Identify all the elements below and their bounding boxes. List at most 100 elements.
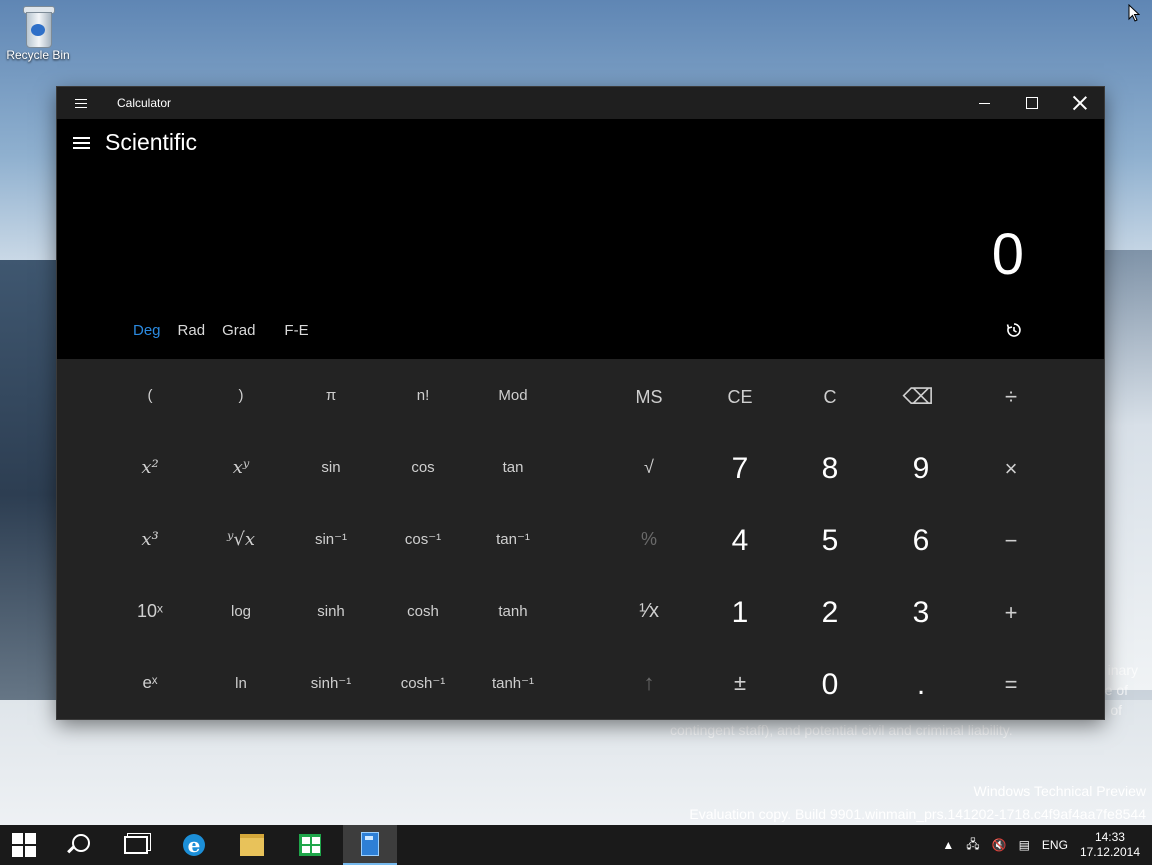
key-subtract[interactable]: −	[966, 505, 1056, 577]
action-center-icon[interactable]: ▤	[1019, 838, 1030, 852]
volume-muted-icon[interactable]: 🔇	[992, 838, 1007, 852]
taskbar-file-explorer[interactable]	[228, 825, 276, 865]
key-7[interactable]: 7	[695, 433, 785, 505]
ghost-text-1: inary	[1107, 662, 1138, 678]
key-6[interactable]: 6	[876, 505, 966, 577]
key-open-paren[interactable]: (	[105, 359, 195, 431]
key-asin[interactable]: sin⁻¹	[286, 503, 376, 575]
calculator-header: Scientific 0 Deg Rad Grad F-E	[57, 119, 1104, 359]
title-bar[interactable]: Calculator	[57, 87, 1104, 119]
key-factorial[interactable]: n!	[378, 359, 468, 431]
key-acosh[interactable]: cosh⁻¹	[378, 647, 468, 719]
key-tan[interactable]: tan	[468, 431, 558, 503]
key-cube[interactable]: x³	[105, 503, 195, 575]
key-cos[interactable]: cos	[378, 431, 468, 503]
key-divide[interactable]: ÷	[966, 361, 1056, 433]
mode-menu-button[interactable]	[73, 137, 91, 151]
keypad: ( ) π n! Mod MS CE C ⌫ ÷ x² xʸ sin cos t…	[57, 359, 1104, 719]
app-menu-button[interactable]	[57, 87, 105, 119]
clock-time: 14:33	[1094, 830, 1125, 844]
calculator-icon	[361, 832, 379, 856]
fe-toggle-button[interactable]: F-E	[284, 322, 308, 339]
clock[interactable]: 14:33 17.12.2014	[1080, 830, 1140, 860]
language-indicator[interactable]: ENG	[1042, 838, 1068, 852]
key-square[interactable]: x²	[105, 431, 195, 503]
angle-rad-button[interactable]: Rad	[178, 322, 206, 339]
key-reciprocal[interactable]: ¹⁄x	[604, 575, 694, 647]
close-icon	[1073, 96, 1087, 110]
angle-deg-button[interactable]: Deg	[133, 322, 161, 339]
key-cosh[interactable]: cosh	[378, 575, 468, 647]
key-power[interactable]: xʸ	[196, 431, 286, 503]
ghost-text-4: contingent staff), and potential civil a…	[670, 722, 1013, 738]
key-9[interactable]: 9	[876, 433, 966, 505]
close-button[interactable]	[1056, 87, 1104, 119]
task-view-icon	[124, 836, 148, 854]
windows-logo-icon	[12, 833, 36, 857]
key-ln[interactable]: ln	[196, 647, 286, 719]
key-equals[interactable]: =	[966, 649, 1056, 721]
key-atan[interactable]: tan⁻¹	[468, 503, 558, 575]
network-icon[interactable]: 🖧	[966, 835, 979, 856]
key-pi[interactable]: π	[286, 359, 376, 431]
search-button[interactable]	[55, 825, 103, 865]
ghost-text-2: e of	[1104, 682, 1128, 698]
key-sinh[interactable]: sinh	[286, 575, 376, 647]
key-negate[interactable]: ±	[695, 647, 785, 719]
maximize-button[interactable]	[1008, 87, 1056, 119]
internet-explorer-icon: e	[183, 833, 205, 857]
tray-overflow-icon[interactable]: ▲	[942, 838, 954, 852]
recycle-bin-label: Recycle Bin	[6, 48, 70, 62]
key-close-paren[interactable]: )	[196, 359, 286, 431]
minimize-button[interactable]	[960, 87, 1008, 119]
key-5[interactable]: 5	[785, 505, 875, 577]
key-sqrt[interactable]: √	[604, 431, 694, 503]
angle-grad-button[interactable]: Grad	[222, 322, 255, 339]
key-root[interactable]: ʸ√x	[196, 503, 286, 575]
calculator-window: Calculator Scientific 0 Deg Rad Grad F-E…	[57, 87, 1104, 719]
key-acos[interactable]: cos⁻¹	[378, 503, 468, 575]
store-icon	[299, 834, 321, 856]
folder-icon	[240, 834, 264, 856]
key-sin[interactable]: sin	[286, 431, 376, 503]
history-icon[interactable]	[1006, 322, 1022, 338]
key-mod[interactable]: Mod	[468, 359, 558, 431]
ghost-text-3: of	[1110, 702, 1122, 718]
search-icon	[72, 834, 90, 852]
key-clear[interactable]: C	[785, 361, 875, 433]
key-2[interactable]: 2	[785, 577, 875, 649]
start-button[interactable]	[0, 825, 48, 865]
result-display: 0	[991, 222, 1024, 287]
window-title: Calculator	[117, 96, 172, 110]
key-0[interactable]: 0	[785, 649, 875, 721]
key-ten-power[interactable]: 10ˣ	[105, 575, 195, 647]
key-1[interactable]: 1	[695, 577, 785, 649]
key-decimal[interactable]: .	[876, 649, 966, 721]
taskbar-internet-explorer[interactable]: e	[170, 825, 218, 865]
key-multiply[interactable]: ×	[966, 433, 1056, 505]
key-clear-entry[interactable]: CE	[695, 361, 785, 433]
watermark-build-title: Windows Technical Preview	[973, 783, 1146, 799]
mouse-cursor-icon	[1128, 4, 1140, 22]
taskbar-calculator[interactable]	[343, 825, 397, 865]
key-atanh[interactable]: tanh⁻¹	[468, 647, 558, 719]
key-e-power[interactable]: eˣ	[105, 647, 195, 719]
key-8[interactable]: 8	[785, 433, 875, 505]
taskbar-store[interactable]	[286, 825, 334, 865]
mode-title: Scientific	[105, 129, 198, 155]
key-backspace[interactable]: ⌫	[873, 361, 963, 433]
angle-unit-selector: Deg Rad Grad F-E	[133, 322, 326, 339]
recycle-bin-shortcut[interactable]: Recycle Bin	[6, 6, 70, 62]
key-asinh[interactable]: sinh⁻¹	[286, 647, 376, 719]
key-shift[interactable]: ↑	[604, 647, 694, 719]
key-log[interactable]: log	[196, 575, 286, 647]
minimize-icon	[978, 102, 990, 104]
key-tanh[interactable]: tanh	[468, 575, 558, 647]
key-percent[interactable]: %	[604, 503, 694, 575]
key-add[interactable]: +	[966, 577, 1056, 649]
key-memory-store[interactable]: MS	[604, 361, 694, 433]
key-4[interactable]: 4	[695, 505, 785, 577]
recycle-bin-icon	[23, 6, 55, 48]
key-3[interactable]: 3	[876, 577, 966, 649]
task-view-button[interactable]	[112, 825, 160, 865]
